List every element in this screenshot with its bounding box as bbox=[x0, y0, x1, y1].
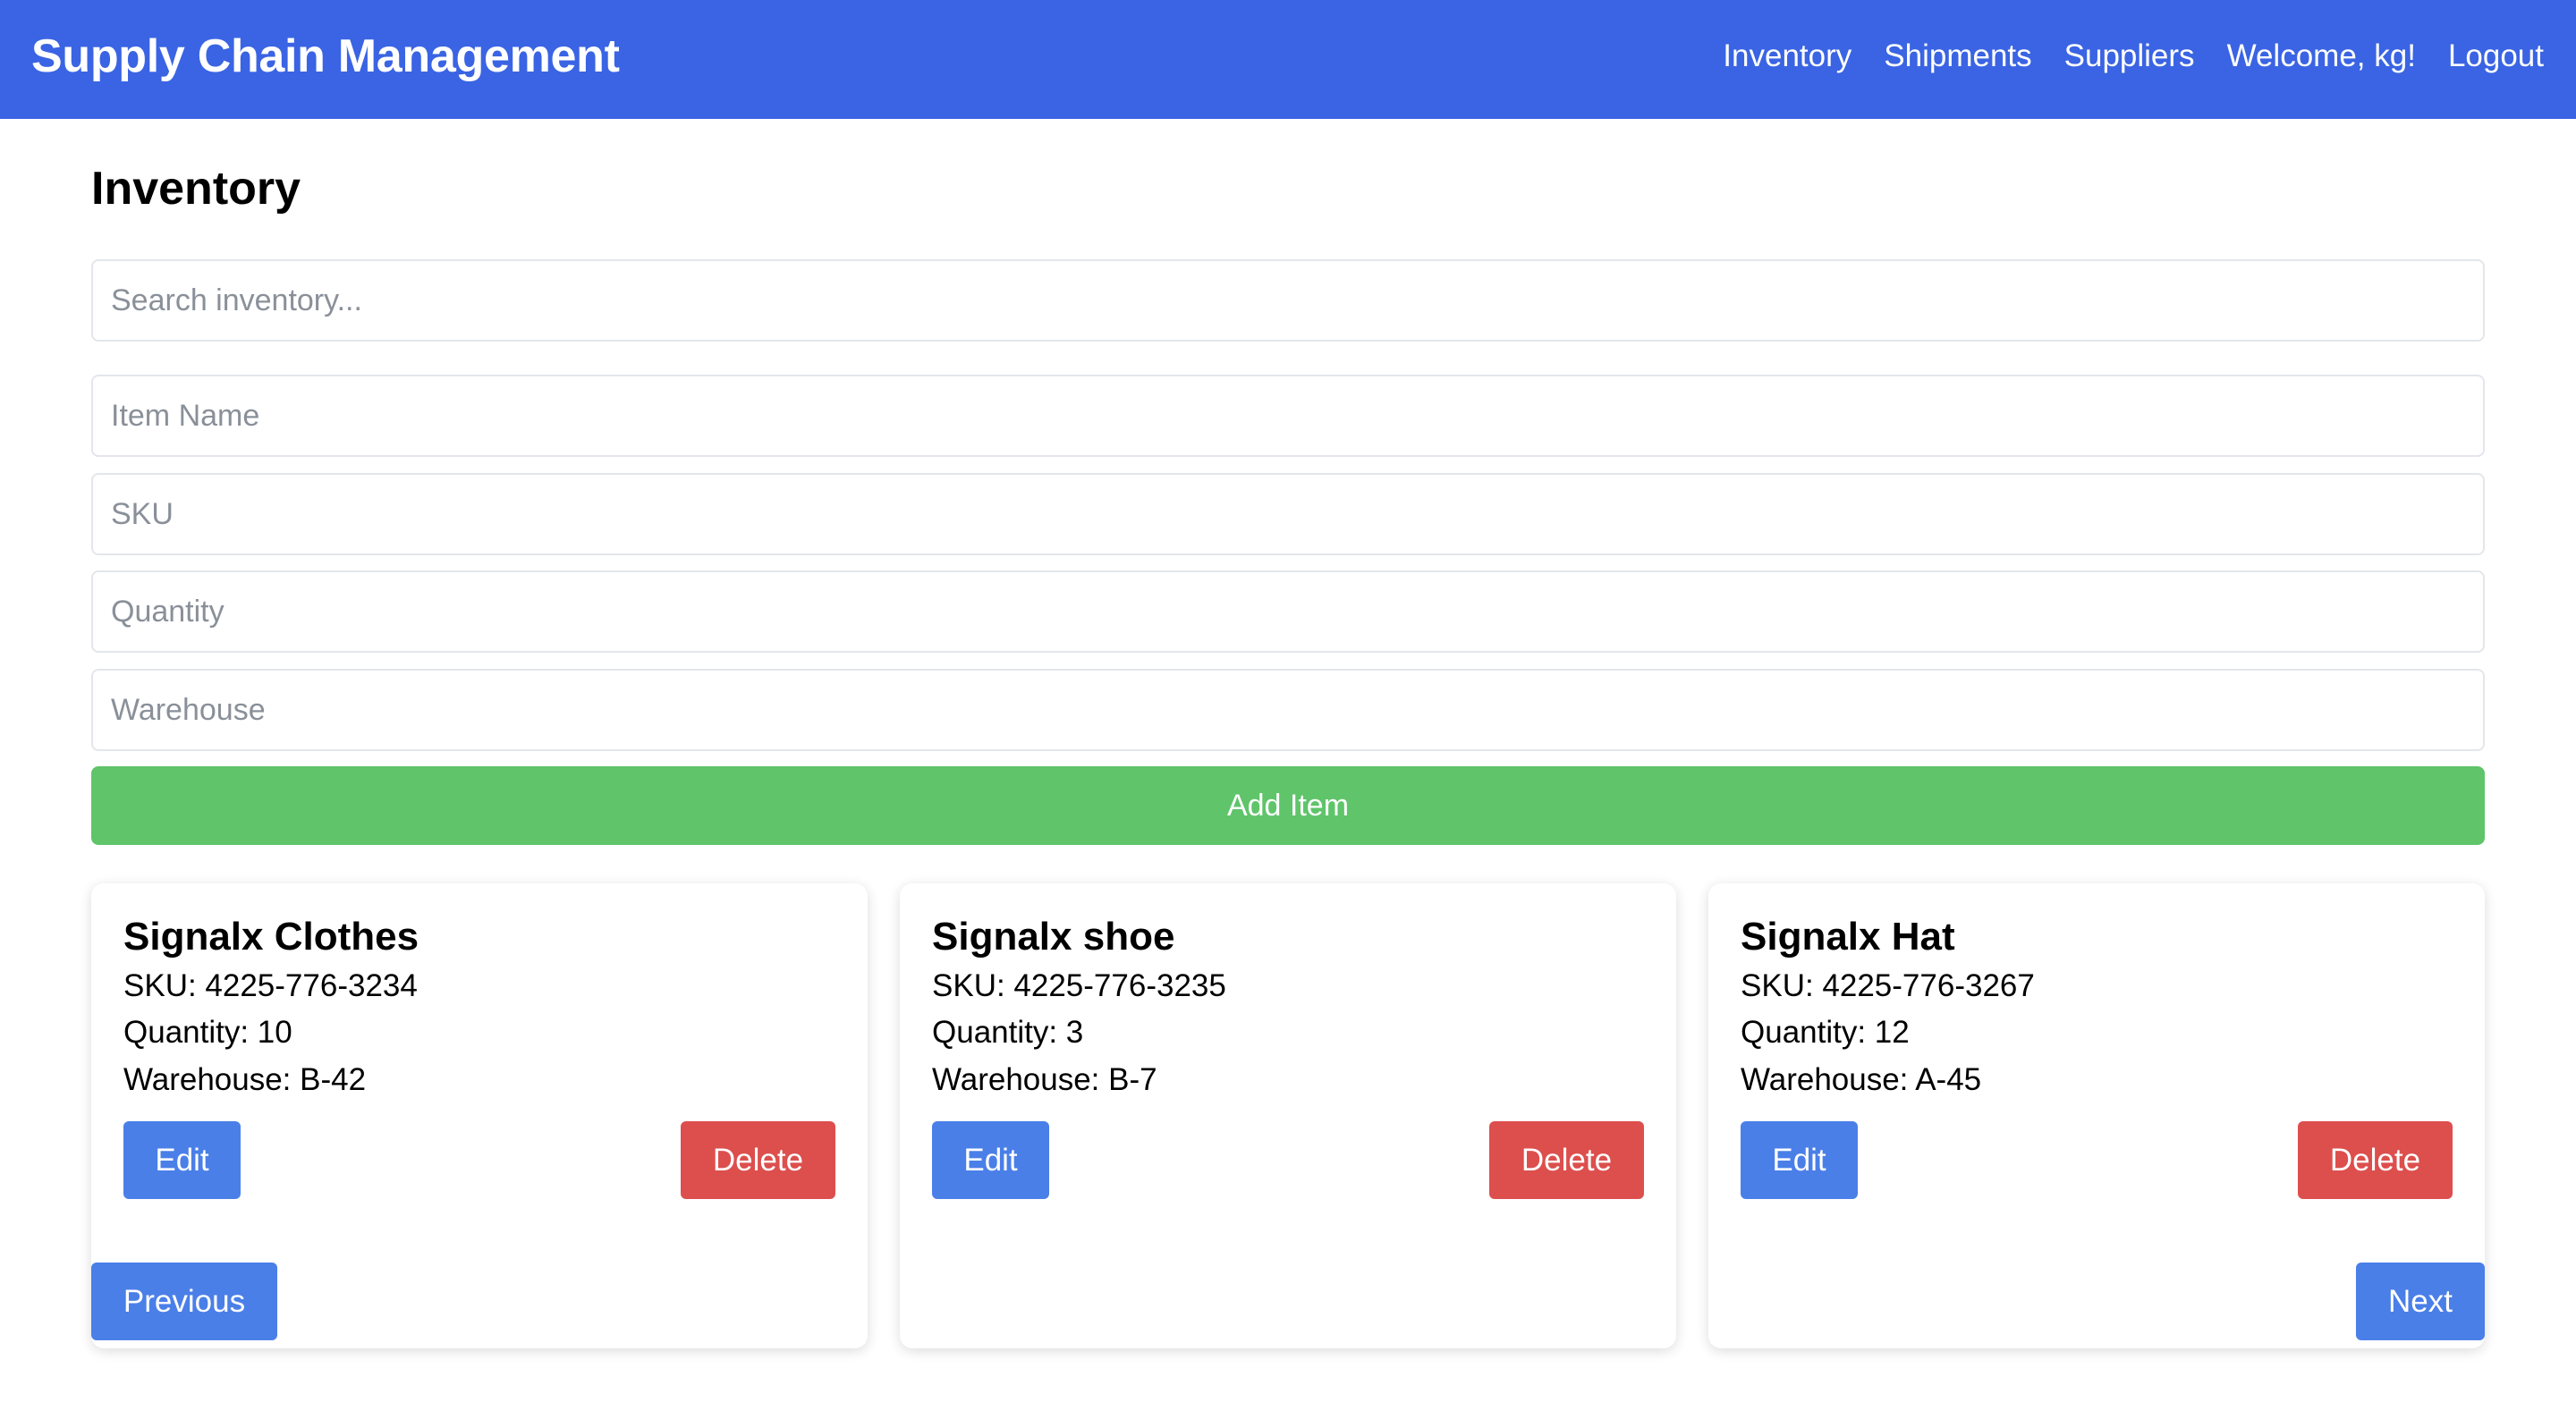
brand-title[interactable]: Supply Chain Management bbox=[31, 27, 620, 86]
nav-link-suppliers[interactable]: Suppliers bbox=[2064, 34, 2195, 79]
previous-button[interactable]: Previous bbox=[91, 1263, 277, 1340]
nav-link-shipments[interactable]: Shipments bbox=[1884, 34, 2031, 79]
next-button[interactable]: Next bbox=[2356, 1263, 2485, 1340]
nav-links: Inventory Shipments Suppliers Welcome, k… bbox=[1723, 34, 2544, 79]
top-navbar: Supply Chain Management Inventory Shipme… bbox=[0, 0, 2576, 119]
pagination: Previous Next bbox=[91, 119, 2485, 1340]
nav-link-logout[interactable]: Logout bbox=[2448, 34, 2544, 79]
welcome-text: Welcome, kg! bbox=[2226, 38, 2416, 73]
nav-link-inventory[interactable]: Inventory bbox=[1723, 34, 1852, 79]
